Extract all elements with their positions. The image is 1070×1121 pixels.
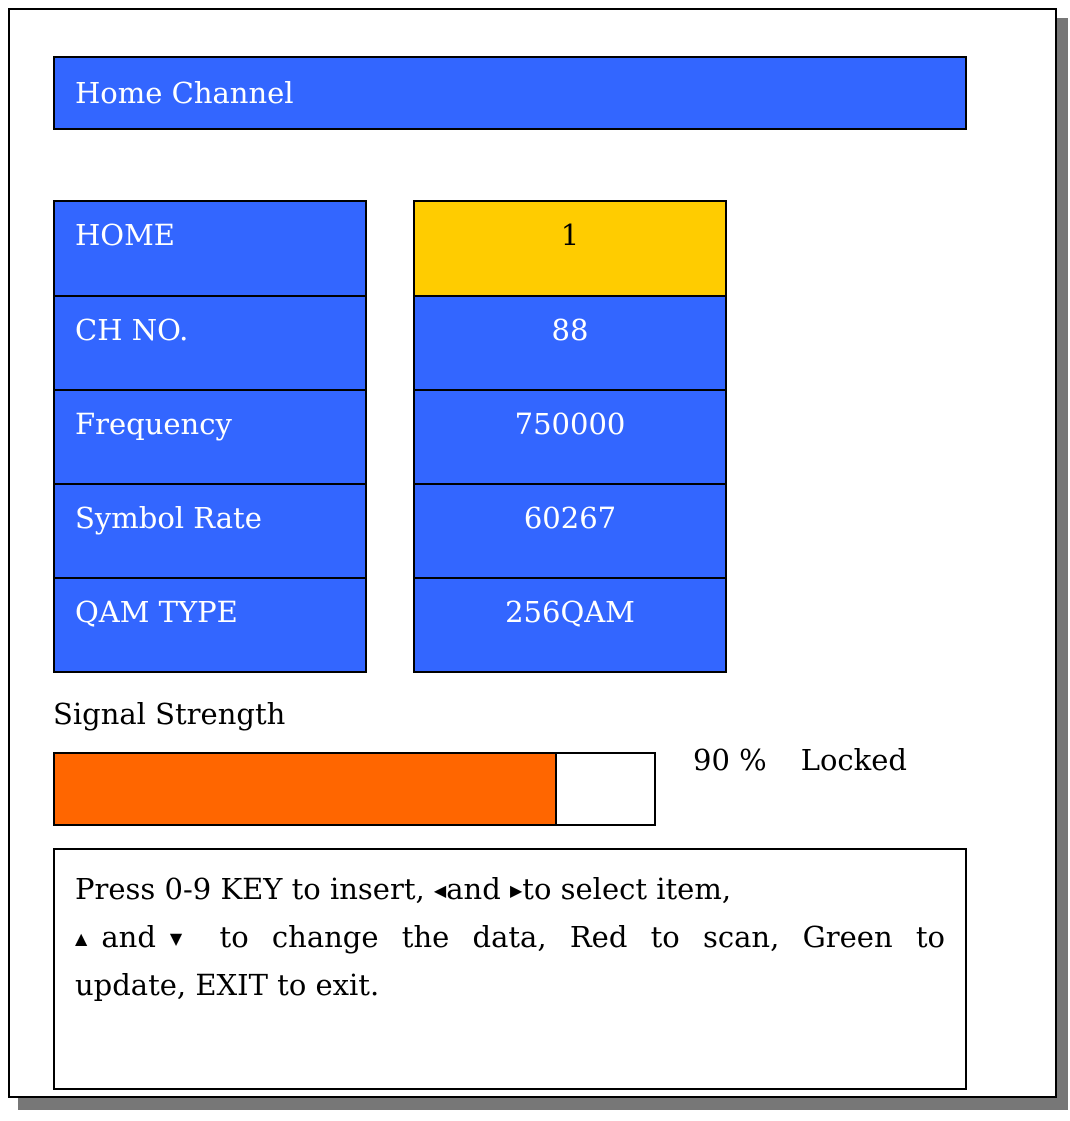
right-arrow-icon: ▶	[509, 881, 523, 900]
signal-readout: 90 % Locked	[693, 743, 907, 777]
help-text: to select item,	[522, 872, 732, 906]
up-arrow-icon: ▲	[75, 929, 102, 948]
value-home-field[interactable]: 1	[413, 200, 727, 297]
value-qam-type-field[interactable]: 256QAM	[413, 577, 727, 673]
help-text: to change the data, Red to scan, Green t…	[219, 920, 945, 954]
settings-values: 1 88 750000 60267 256QAM	[413, 200, 727, 673]
help-text: and	[446, 872, 501, 906]
signal-strength-bar	[53, 752, 656, 826]
help-box: Press 0-9 KEY to insert, ◀and ▶to select…	[53, 848, 967, 1090]
label-frequency: Frequency	[53, 389, 367, 485]
label-qam-type: QAM TYPE	[53, 577, 367, 673]
signal-percent: 90 %	[693, 743, 767, 777]
help-text: and	[101, 920, 156, 954]
value-ch-no-field[interactable]: 88	[413, 295, 727, 391]
help-line-3: update, EXIT to exit.	[75, 968, 380, 1002]
help-text: Press 0-9 KEY to insert,	[75, 872, 425, 906]
down-arrow-icon: ▼	[155, 929, 197, 948]
window-title: Home Channel	[53, 56, 967, 130]
value-frequency-field[interactable]: 750000	[413, 389, 727, 485]
settings-labels: HOME CH NO. Frequency Symbol Rate QAM TY…	[53, 200, 367, 673]
help-line-1: Press 0-9 KEY to insert, ◀and ▶to select…	[75, 866, 945, 914]
signal-strength-label: Signal Strength	[53, 697, 286, 731]
lock-status: Locked	[800, 743, 907, 777]
label-symbol-rate: Symbol Rate	[53, 483, 367, 579]
value-symbol-rate-field[interactable]: 60267	[413, 483, 727, 579]
signal-strength-fill	[55, 754, 557, 824]
label-home: HOME	[53, 200, 367, 297]
label-ch-no: CH NO.	[53, 295, 367, 391]
left-arrow-icon: ◀	[433, 881, 447, 900]
help-line-2: ▲and▼ to change the data, Red to scan, G…	[75, 914, 945, 962]
